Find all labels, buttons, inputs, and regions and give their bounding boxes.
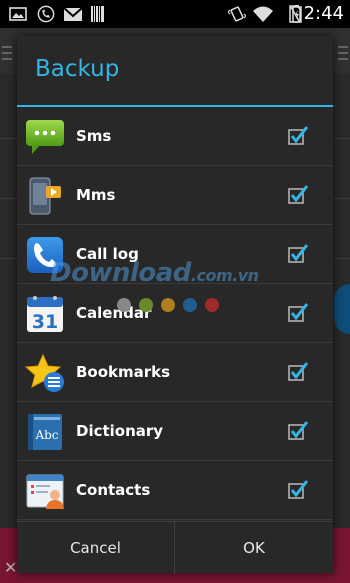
watermark-dot xyxy=(161,298,175,312)
list-item-contacts[interactable]: Contacts xyxy=(17,461,333,520)
watermark-dot xyxy=(117,298,131,312)
ok-button[interactable]: OK xyxy=(175,522,333,574)
item-label: Sms xyxy=(76,127,112,145)
bookmarks-icon xyxy=(25,353,64,392)
status-bar: 2:44 xyxy=(0,0,350,28)
checkbox-checked-icon[interactable] xyxy=(288,126,308,146)
phone-icon xyxy=(37,5,55,23)
item-label: Dictionary xyxy=(76,422,164,440)
dialog-button-bar: Cancel OK xyxy=(17,521,333,574)
item-label: Bookmarks xyxy=(76,363,171,381)
list-item-sms[interactable]: Sms xyxy=(17,107,333,166)
checkbox-checked-icon[interactable] xyxy=(288,421,308,441)
close-icon: ✕ xyxy=(4,558,18,577)
item-label: Calendar xyxy=(76,304,152,322)
dictionary-icon-text: Abc xyxy=(34,428,58,442)
background-overflow-icon xyxy=(338,46,348,60)
cancel-button[interactable]: Cancel xyxy=(17,522,175,574)
background-floating-button xyxy=(334,284,350,334)
watermark-dot xyxy=(183,298,197,312)
watermark-dot xyxy=(205,298,219,312)
watermark-dots xyxy=(117,297,227,312)
list-item-calendar[interactable]: 31 Calendar xyxy=(17,284,333,343)
list-item-dictionary[interactable]: Abc Dictionary xyxy=(17,402,333,461)
calendar-icon: 31 xyxy=(27,296,63,333)
item-label: Mms xyxy=(76,186,116,204)
checkbox-checked-icon[interactable] xyxy=(288,185,308,205)
gmail-icon xyxy=(63,7,83,21)
watermark-dot xyxy=(139,298,153,312)
contacts-icon xyxy=(26,474,64,509)
dialog-title: Backup xyxy=(35,56,120,82)
wifi-icon xyxy=(253,6,273,22)
calendar-icon-day: 31 xyxy=(32,311,58,333)
vibrate-icon xyxy=(228,6,246,22)
battery-icon xyxy=(292,5,302,23)
background-menu-icon xyxy=(2,46,12,60)
list-item-bookmarks[interactable]: Bookmarks xyxy=(17,343,333,402)
checkbox-checked-icon[interactable] xyxy=(288,480,308,500)
dictionary-icon: Abc xyxy=(28,414,62,450)
watermark-suffix: .com.vn xyxy=(190,266,259,285)
list-item-mms[interactable]: Mms xyxy=(17,166,333,225)
checkbox-checked-icon[interactable] xyxy=(288,362,308,382)
image-icon xyxy=(9,7,27,21)
checkbox-checked-icon[interactable] xyxy=(288,303,308,323)
watermark-logo: Download.com.vn xyxy=(50,258,259,288)
mms-icon xyxy=(29,177,61,215)
barcode-icon xyxy=(91,6,104,22)
checkbox-checked-icon[interactable] xyxy=(288,244,308,264)
status-clock: 2:44 xyxy=(303,3,344,24)
item-label: Contacts xyxy=(76,481,151,499)
watermark-text: Download xyxy=(50,258,191,288)
sms-icon xyxy=(26,120,64,154)
